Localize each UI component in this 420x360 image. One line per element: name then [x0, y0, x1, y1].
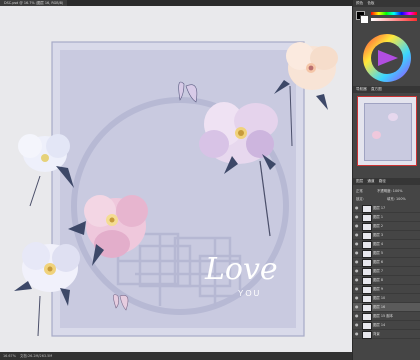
lock-label: 锁定: [356, 197, 364, 201]
layer-name: 背景 [373, 332, 380, 336]
hue-slider[interactable] [371, 12, 417, 15]
layer-name: 图层 4 [373, 242, 384, 246]
artwork-you-text: YOU [238, 289, 262, 298]
status-bar: 16.67% 文档:26.2M/263.5M [0, 352, 352, 360]
visibility-eye-icon[interactable]: ● [355, 312, 359, 320]
layer-name: 图层 14 [373, 323, 386, 327]
layer-row[interactable]: ● 图层 3 [353, 231, 420, 240]
layer-thumbnail [362, 241, 372, 249]
layer-thumbnail [362, 250, 372, 258]
layer-name: 图层 1 [373, 215, 384, 219]
layer-row[interactable]: ● 图层 8 [353, 276, 420, 285]
layer-row[interactable]: ● 图层 9 [353, 285, 420, 294]
layer-thumbnail [362, 295, 372, 303]
paths-tab[interactable]: 路径 [379, 179, 386, 183]
visibility-eye-icon[interactable]: ● [355, 267, 359, 275]
layer-thumbnail [362, 286, 372, 294]
color-panel-header: 颜色 色板 [353, 0, 420, 7]
background-swatch[interactable] [360, 15, 369, 24]
visibility-eye-icon[interactable]: ● [355, 285, 359, 293]
visibility-eye-icon[interactable]: ● [355, 303, 359, 311]
visibility-eye-icon[interactable]: ● [355, 330, 359, 338]
layer-name: 图层 3 [373, 233, 384, 237]
fill-field[interactable]: 填充: 100% [387, 196, 406, 201]
artwork-canvas[interactable] [0, 6, 352, 352]
layer-thumbnail [362, 313, 372, 321]
visibility-eye-icon[interactable]: ● [355, 231, 359, 239]
layer-name: 图层 7 [373, 269, 384, 273]
navigator-panel-header: 导航器 直方图 [353, 86, 420, 93]
visibility-eye-icon[interactable]: ● [355, 294, 359, 302]
layer-row[interactable]: ● 图层 15 副本 [353, 312, 420, 321]
layer-name: 图层 9 [373, 287, 384, 291]
layer-row[interactable]: ● 图层 16 [353, 303, 420, 312]
blend-mode-select[interactable]: 正常 [356, 188, 363, 193]
layer-thumbnail [362, 259, 372, 267]
layer-row[interactable]: ● 图层 4 [353, 240, 420, 249]
navigator-thumbnail[interactable] [357, 96, 417, 166]
color-tab[interactable]: 颜色 [356, 1, 363, 5]
layer-row[interactable]: ● 图层 5 [353, 249, 420, 258]
layer-name: 图层 2 [373, 224, 384, 228]
layer-name: 图层 5 [373, 251, 384, 255]
layer-row[interactable]: ● 背景 [353, 330, 420, 339]
layers-panel-header: 图层 通道 路径 [353, 178, 420, 185]
saturation-slider[interactable] [371, 18, 417, 21]
layer-row[interactable]: ● 图层 14 [353, 321, 420, 330]
layer-row[interactable]: ● 图层 7 [353, 267, 420, 276]
layer-thumbnail [362, 232, 372, 240]
layer-row[interactable]: ● 图层 2 [353, 222, 420, 231]
layer-thumbnail [362, 223, 372, 231]
visibility-eye-icon[interactable]: ● [355, 258, 359, 266]
layer-thumbnail [362, 214, 372, 222]
zoom-readout[interactable]: 16.67% [3, 354, 16, 358]
visibility-eye-icon[interactable]: ● [355, 276, 359, 284]
canvas-area[interactable]: Love YOU [0, 6, 352, 352]
visibility-eye-icon[interactable]: ● [355, 321, 359, 329]
color-wheel[interactable] [361, 32, 413, 84]
doc-size-readout: 文档:26.2M/263.5M [20, 354, 53, 358]
layer-name: 图层 15 副本 [373, 314, 394, 318]
layer-thumbnail [362, 322, 372, 330]
layer-row[interactable]: ● 图层 17 [353, 204, 420, 213]
layer-name: 图层 10 [373, 296, 386, 300]
layer-thumbnail [362, 268, 372, 276]
visibility-eye-icon[interactable]: ● [355, 249, 359, 257]
layer-row[interactable]: ● 图层 10 [353, 294, 420, 303]
layer-name: 图层 16 [373, 305, 386, 309]
visibility-eye-icon[interactable]: ● [355, 213, 359, 221]
layer-thumbnail [362, 304, 372, 312]
layer-name: 图层 17 [373, 206, 386, 210]
layer-row[interactable]: ● 图层 6 [353, 258, 420, 267]
visibility-eye-icon[interactable]: ● [355, 204, 359, 212]
channels-tab[interactable]: 通道 [367, 179, 374, 183]
visibility-eye-icon[interactable]: ● [355, 222, 359, 230]
swatches-tab[interactable]: 色板 [367, 1, 374, 5]
opacity-field[interactable]: 不透明度: 100% [377, 188, 402, 193]
layer-thumbnail [362, 331, 372, 339]
layer-name: 图层 8 [373, 278, 384, 282]
navigator-tab[interactable]: 导航器 [356, 87, 367, 91]
layer-thumbnail [362, 205, 372, 213]
document-tab-title: DSC.psd @ 16.7% (图层 16, RGB/8) [4, 1, 64, 5]
layer-name: 图层 6 [373, 260, 384, 264]
layer-thumbnail [362, 277, 372, 285]
artwork-love-text: Love [205, 252, 278, 287]
histogram-tab[interactable]: 直方图 [371, 87, 382, 91]
visibility-eye-icon[interactable]: ● [355, 240, 359, 248]
layer-row[interactable]: ● 图层 1 [353, 213, 420, 222]
layers-tab[interactable]: 图层 [356, 179, 363, 183]
right-panel: 颜色 色板 导航器 直方图 图层 通道 路径 正常 不透明度: 100% 锁定:… [352, 0, 420, 360]
